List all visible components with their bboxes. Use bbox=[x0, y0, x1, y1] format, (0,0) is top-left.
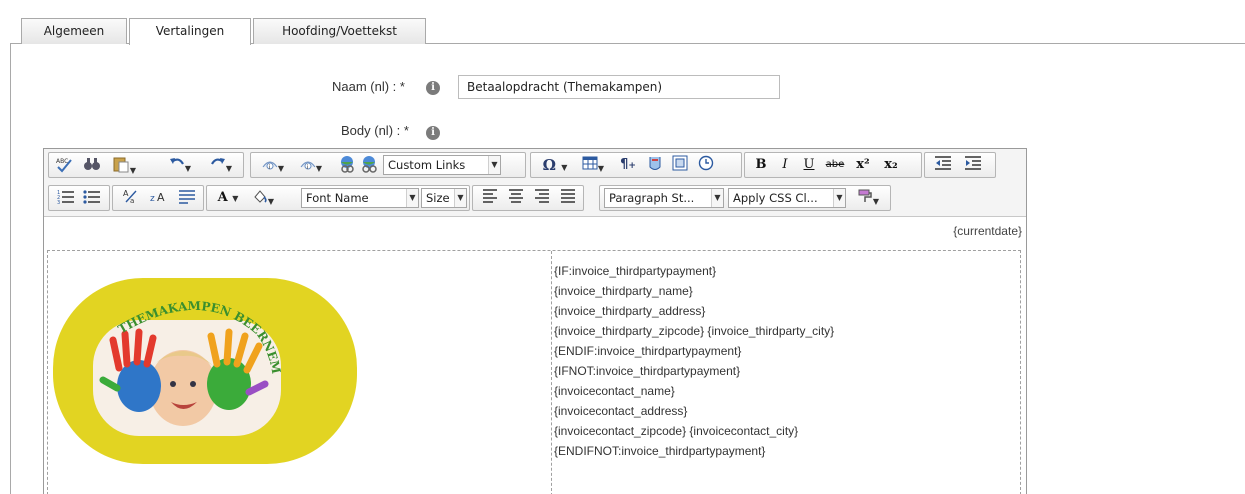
toolbar-group-styles: Paragraph St... ▼ Apply CSS Cl... ▼ ▼ bbox=[599, 185, 891, 211]
align-justify-icon[interactable] bbox=[557, 188, 579, 208]
form-element-icon[interactable] bbox=[645, 155, 665, 175]
editor-toolbar: ABC ▼ ▼ ▼ i ▼ i ▼ Custom Links ▼ Ω ▼ ▼ ¶… bbox=[44, 149, 1026, 217]
toolbar-group-format: B I U abe x² x₂ bbox=[744, 152, 922, 178]
align-left-icon[interactable] bbox=[479, 188, 501, 208]
insert-table-icon[interactable]: ▼ bbox=[577, 155, 609, 175]
highlight-color-icon[interactable]: ▼ bbox=[247, 188, 279, 208]
bullet-list-icon[interactable] bbox=[81, 188, 103, 208]
svg-text:3: 3 bbox=[57, 200, 60, 204]
italic-icon[interactable]: I bbox=[775, 155, 795, 175]
themakampen-logo: THEMAKAMPEN BEERNEM bbox=[51, 276, 359, 466]
tab-hoofding-voettekst[interactable]: Hoofding/Voettekst bbox=[253, 18, 426, 44]
name-label: Naam (nl) : * bbox=[332, 79, 405, 94]
find-icon[interactable] bbox=[81, 155, 103, 175]
toolbar-group-lists: 123 bbox=[48, 185, 110, 211]
merge-field-line: {invoicecontact_name} bbox=[554, 384, 675, 398]
merge-field-line: {invoice_thirdparty_address} bbox=[554, 304, 706, 318]
toolbar-group-font: A ▼ ▼ Font Name ▼ Size ▼ bbox=[206, 185, 470, 211]
toolbar-group-align bbox=[472, 185, 584, 211]
info-icon[interactable]: i bbox=[426, 126, 440, 140]
toolbar-group-special: Ω ▼ ▼ ¶+ bbox=[530, 152, 742, 178]
toolbar-group-edit: ABC ▼ ▼ ▼ bbox=[48, 152, 244, 178]
convert-case-icon[interactable]: Aa bbox=[119, 188, 143, 208]
align-right-icon[interactable] bbox=[531, 188, 553, 208]
subscript-icon[interactable]: x₂ bbox=[879, 155, 903, 175]
paragraph-mark-icon[interactable]: ¶+ bbox=[613, 155, 643, 175]
unlink-icon[interactable] bbox=[359, 155, 379, 175]
merge-field-line: {invoicecontact_address} bbox=[554, 404, 688, 418]
tab-vertalingen[interactable]: Vertalingen bbox=[129, 18, 251, 45]
merge-field-line: {IFNOT:invoice_thirdpartypayment} bbox=[554, 364, 741, 378]
merge-field-line: {ENDIF:invoice_thirdpartypayment} bbox=[554, 344, 742, 358]
align-justify-small-icon[interactable] bbox=[175, 188, 199, 208]
address-block: {IF:invoice_thirdpartypayment} {invoice_… bbox=[554, 261, 834, 461]
font-name-dropdown[interactable]: Font Name ▼ bbox=[301, 188, 419, 208]
bold-icon[interactable]: B bbox=[751, 155, 771, 175]
apply-css-class-dropdown[interactable]: Apply CSS Cl... ▼ bbox=[728, 188, 846, 208]
merge-field-line: {invoicecontact_zipcode} {invoicecontact… bbox=[554, 424, 799, 438]
font-size-dropdown[interactable]: Size ▼ bbox=[421, 188, 467, 208]
tab-bar: Algemeen Vertalingen Hoofding/Voettekst bbox=[10, 18, 1245, 45]
template-icon[interactable] bbox=[669, 155, 691, 175]
rich-text-editor: ABC ▼ ▼ ▼ i ▼ i ▼ Custom Links ▼ Ω ▼ ▼ ¶… bbox=[43, 148, 1027, 494]
insert-time-icon[interactable] bbox=[695, 155, 717, 175]
superscript-icon[interactable]: x² bbox=[851, 155, 875, 175]
svg-text:z: z bbox=[150, 194, 155, 204]
underline-icon[interactable]: U bbox=[799, 155, 819, 175]
merge-field-line: {ENDIFNOT:invoice_thirdpartypayment} bbox=[554, 444, 766, 458]
toolbar-group-indent bbox=[924, 152, 996, 178]
name-input[interactable] bbox=[458, 75, 780, 99]
undo-icon[interactable]: ▼ bbox=[163, 155, 197, 175]
outdent-icon[interactable] bbox=[931, 155, 955, 175]
paste-icon[interactable]: ▼ bbox=[107, 155, 141, 175]
numbered-list-icon[interactable]: 123 bbox=[55, 188, 77, 208]
insert-image-icon[interactable]: i ▼ bbox=[257, 155, 289, 175]
svg-text:a: a bbox=[130, 197, 134, 204]
toolbar-group-insert: i ▼ i ▼ Custom Links ▼ bbox=[250, 152, 526, 178]
strikethrough-icon[interactable]: abe bbox=[823, 155, 847, 175]
editor-content[interactable]: {currentdate} THEMAKAMPEN BEERNEM {IF:in… bbox=[44, 218, 1026, 494]
content-table: THEMAKAMPEN BEERNEM {IF:invoice_thirdpar… bbox=[47, 250, 1021, 494]
merge-field-line: {IF:invoice_thirdpartypayment} bbox=[554, 264, 717, 278]
body-label: Body (nl) : * bbox=[341, 123, 409, 138]
toolbar-group-text-tools: Aa zA bbox=[112, 185, 204, 211]
paragraph-style-dropdown[interactable]: Paragraph St... ▼ bbox=[604, 188, 724, 208]
align-center-icon[interactable] bbox=[505, 188, 527, 208]
spellcheck-icon[interactable]: ABC bbox=[53, 155, 75, 175]
svg-text:ABC: ABC bbox=[56, 158, 68, 165]
merge-field-line: {invoice_thirdparty_name} bbox=[554, 284, 693, 298]
merge-field-line: {invoice_thirdparty_zipcode} {invoice_th… bbox=[554, 324, 835, 338]
currentdate-placeholder: {currentdate} bbox=[953, 224, 1022, 238]
tab-algemeen[interactable]: Algemeen bbox=[21, 18, 127, 44]
hyperlink-icon[interactable] bbox=[337, 155, 357, 175]
indent-icon[interactable] bbox=[961, 155, 985, 175]
custom-links-dropdown[interactable]: Custom Links ▼ bbox=[383, 155, 501, 175]
font-color-icon[interactable]: A ▼ bbox=[213, 188, 243, 208]
svg-text:A: A bbox=[157, 191, 165, 204]
svg-text:A: A bbox=[123, 189, 129, 198]
special-characters-icon[interactable]: Ω ▼ bbox=[537, 155, 573, 175]
table-cell-divider bbox=[551, 251, 552, 494]
clear-formatting-icon[interactable]: zA bbox=[147, 188, 171, 208]
insert-media-icon[interactable]: i ▼ bbox=[295, 155, 327, 175]
format-painter-icon[interactable]: ▼ bbox=[850, 188, 886, 208]
redo-icon[interactable]: ▼ bbox=[203, 155, 239, 175]
info-icon[interactable]: i bbox=[426, 81, 440, 95]
